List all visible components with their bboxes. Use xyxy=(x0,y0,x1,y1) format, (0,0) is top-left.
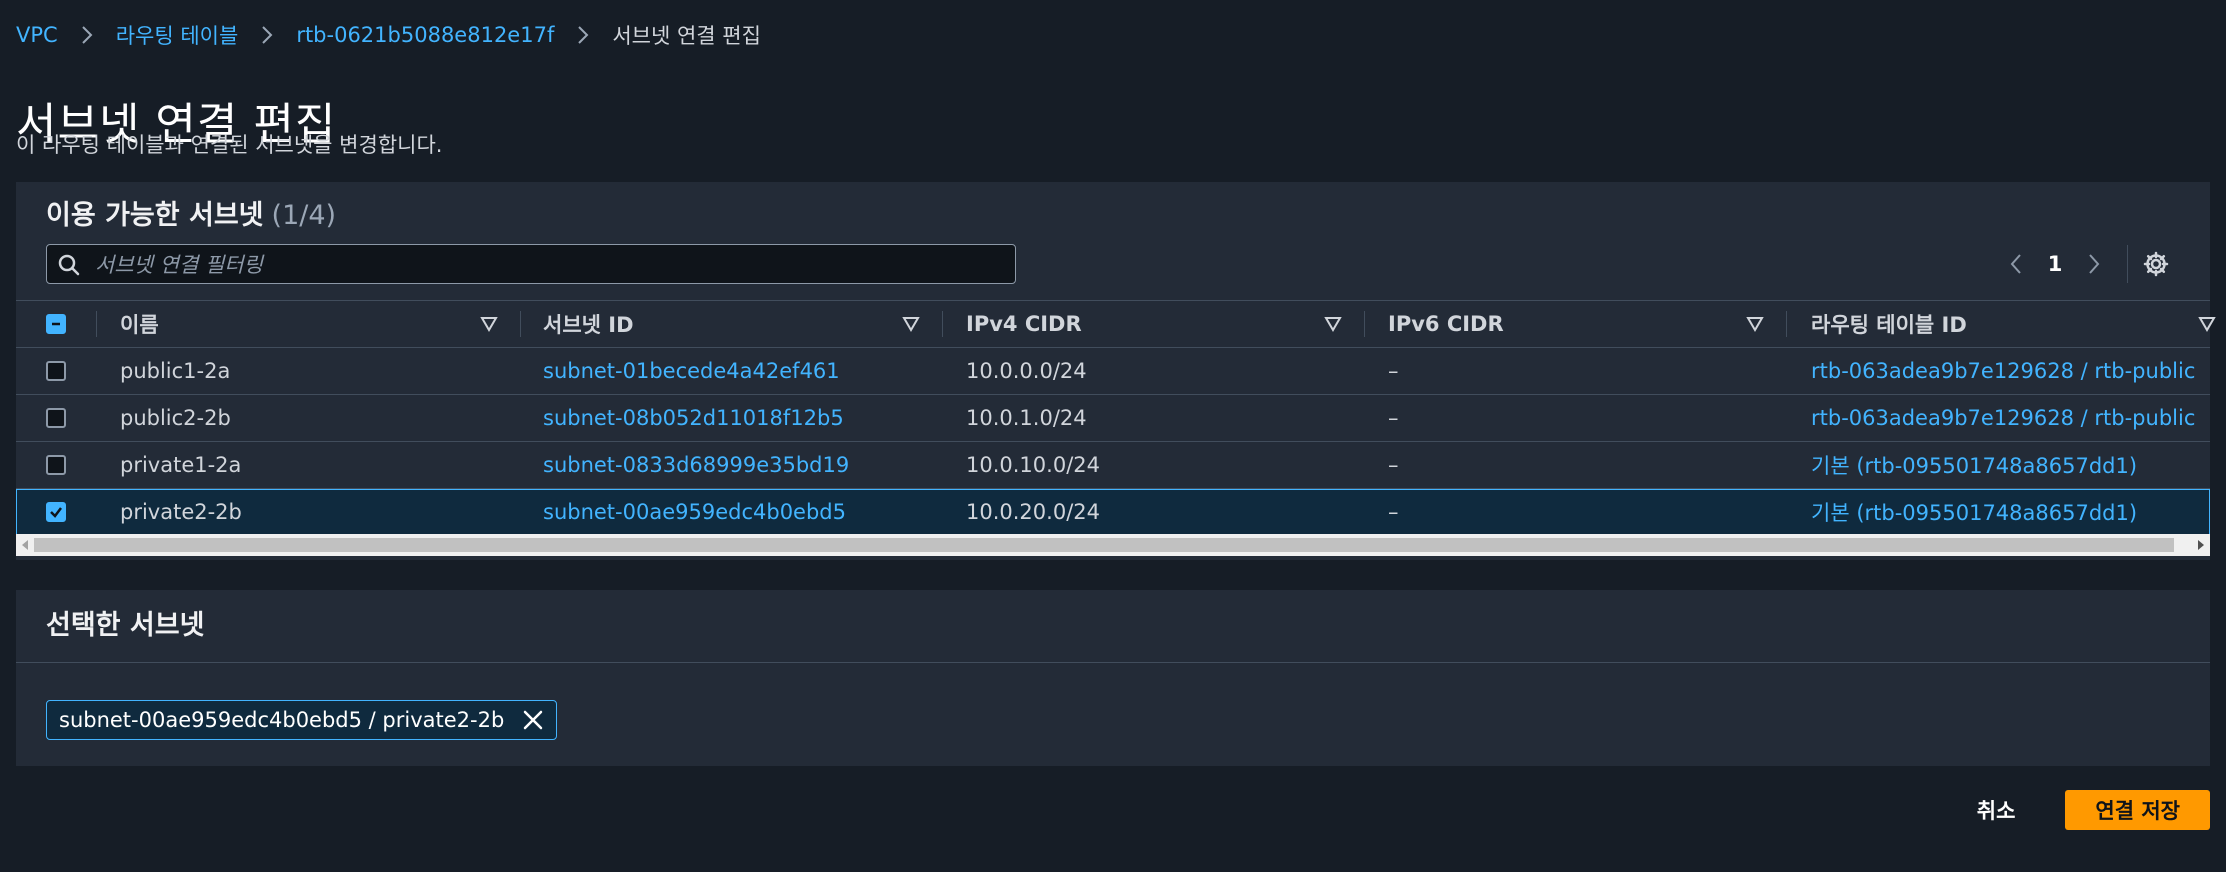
scroll-right-arrow-icon[interactable] xyxy=(2194,538,2208,552)
selected-subnet-token-label: subnet-00ae959edc4b0ebd5 / private2-2b xyxy=(59,708,505,732)
cell-name: private1-2a xyxy=(120,453,242,477)
current-page-number[interactable]: 1 xyxy=(2033,252,2077,276)
scroll-left-arrow-icon[interactable] xyxy=(18,538,32,552)
column-header-subnet-id[interactable]: 서브넷 ID xyxy=(543,301,634,347)
available-subnets-panel: 이용 가능한 서브넷(1/4) 1 이름 서브넷 ID IPv4 CIDR IP… xyxy=(16,182,2216,560)
cell-route-table-link[interactable]: 기본 (rtb-095501748a8657dd1) xyxy=(1811,442,2137,488)
subnet-filter-search xyxy=(46,244,1016,285)
row-checkbox-cell xyxy=(46,395,66,441)
selected-subnet-token: subnet-00ae959edc4b0ebd5 / private2-2b xyxy=(46,700,558,740)
selected-subnets-panel: 선택한 서브넷 subnet-00ae959edc4b0ebd5 / priva… xyxy=(16,590,2210,766)
panel-divider xyxy=(16,662,2210,663)
select-all-checkbox[interactable] xyxy=(46,314,66,334)
row-checkbox[interactable] xyxy=(46,361,66,381)
pager-divider xyxy=(2127,245,2128,283)
scrollbar-thumb[interactable] xyxy=(34,538,2174,552)
column-divider xyxy=(1786,311,1787,337)
available-subnets-title: 이용 가능한 서브넷 (1/4) xyxy=(46,196,336,236)
cell-route-table-link[interactable]: rtb-063adea9b7e129628 / rtb-public xyxy=(1811,395,2195,441)
sort-down-icon[interactable] xyxy=(1324,315,1342,333)
search-icon xyxy=(58,254,80,276)
checkmark-icon xyxy=(50,507,62,518)
column-divider xyxy=(942,311,943,337)
table-header: 이름 서브넷 ID IPv4 CIDR IPv6 CIDR 라우팅 테이블 ID xyxy=(16,300,2216,348)
row-checkbox-cell xyxy=(46,489,66,535)
cell-name: private2-2b xyxy=(120,500,242,524)
gear-icon[interactable] xyxy=(2142,250,2170,278)
close-icon[interactable] xyxy=(520,707,546,733)
breadcrumb-route-table-id[interactable]: rtb-0621b5088e812e17f xyxy=(296,23,554,47)
cell-name: public2-2b xyxy=(120,406,231,430)
row-checkbox-cell xyxy=(46,348,66,394)
page-description: 이 라우팅 테이블과 연결된 서브넷을 변경합니다. xyxy=(16,133,443,157)
cell-ipv6-cidr: – xyxy=(1388,406,1399,430)
form-actions: 취소 연결 저장 xyxy=(1971,790,2210,830)
cell-ipv4-cidr: 10.0.0.0/24 xyxy=(966,359,1087,383)
column-divider xyxy=(520,311,521,337)
column-header-ipv6-cidr[interactable]: IPv6 CIDR xyxy=(1388,301,1504,347)
sort-down-icon[interactable] xyxy=(902,315,920,333)
breadcrumb: VPC 라우팅 테이블 rtb-0621b5088e812e17f 서브넷 연결… xyxy=(16,18,761,52)
breadcrumb-current: 서브넷 연결 편집 xyxy=(612,24,761,48)
subnets-table: 이름 서브넷 ID IPv4 CIDR IPv6 CIDR 라우팅 테이블 ID… xyxy=(16,300,2216,536)
chevron-right-icon[interactable] xyxy=(2077,244,2111,284)
table-row-selected[interactable]: private2-2b subnet-00ae959edc4b0ebd5 10.… xyxy=(16,489,2210,536)
column-divider xyxy=(96,311,97,337)
breadcrumb-vpc[interactable]: VPC xyxy=(16,23,58,47)
chevron-right-icon xyxy=(260,24,274,46)
selected-subnets-title: 선택한 서브넷 xyxy=(46,610,205,641)
pagination: 1 xyxy=(1999,244,2170,284)
sort-down-icon[interactable] xyxy=(2198,315,2216,333)
cancel-button[interactable]: 취소 xyxy=(1971,794,2022,826)
column-divider xyxy=(1364,311,1365,337)
table-row[interactable]: public2-2b subnet-08b052d11018f12b5 10.0… xyxy=(16,395,2210,442)
cell-subnet-id-link[interactable]: subnet-0833d68999e35bd19 xyxy=(543,442,849,488)
selection-count: (1/4) xyxy=(271,200,337,231)
cell-ipv4-cidr: 10.0.10.0/24 xyxy=(966,453,1100,477)
table-row[interactable]: private1-2a subnet-0833d68999e35bd19 10.… xyxy=(16,442,2210,489)
cell-ipv6-cidr: – xyxy=(1388,453,1399,477)
cell-subnet-id-link[interactable]: subnet-08b052d11018f12b5 xyxy=(543,395,844,441)
sort-down-icon[interactable] xyxy=(1746,315,1764,333)
cell-name: public1-2a xyxy=(120,359,231,383)
cell-ipv6-cidr: – xyxy=(1388,359,1399,383)
breadcrumb-route-tables[interactable]: 라우팅 테이블 xyxy=(116,20,239,50)
column-header-route-table-id[interactable]: 라우팅 테이블 ID xyxy=(1811,301,1967,347)
horizontal-scrollbar[interactable] xyxy=(16,534,2210,556)
cell-ipv6-cidr: – xyxy=(1388,500,1399,524)
column-header-ipv4-cidr[interactable]: IPv4 CIDR xyxy=(966,301,1082,347)
save-associations-button[interactable]: 연결 저장 xyxy=(2065,790,2210,830)
chevron-left-icon[interactable] xyxy=(1999,244,2033,284)
chevron-right-icon xyxy=(576,24,590,46)
table-row[interactable]: public1-2a subnet-01becede4a42ef461 10.0… xyxy=(16,348,2210,395)
subnet-filter-input[interactable] xyxy=(93,245,997,285)
available-subnets-title-text: 이용 가능한 서브넷 xyxy=(46,200,264,231)
cell-subnet-id-link[interactable]: subnet-01becede4a42ef461 xyxy=(543,348,840,394)
cell-route-table-link[interactable]: 기본 (rtb-095501748a8657dd1) xyxy=(1811,489,2137,535)
chevron-right-icon xyxy=(80,24,94,46)
sort-down-icon[interactable] xyxy=(480,315,498,333)
row-checkbox-checked[interactable] xyxy=(46,502,66,522)
column-header-name[interactable]: 이름 xyxy=(120,301,159,347)
row-checkbox-cell xyxy=(46,442,66,488)
select-all-cell xyxy=(46,301,66,347)
cell-route-table-link[interactable]: rtb-063adea9b7e129628 / rtb-public xyxy=(1811,348,2195,394)
cell-ipv4-cidr: 10.0.1.0/24 xyxy=(966,406,1087,430)
cell-ipv4-cidr: 10.0.20.0/24 xyxy=(966,500,1100,524)
row-checkbox[interactable] xyxy=(46,455,66,475)
row-checkbox[interactable] xyxy=(46,408,66,428)
cell-subnet-id-link[interactable]: subnet-00ae959edc4b0ebd5 xyxy=(543,489,846,535)
